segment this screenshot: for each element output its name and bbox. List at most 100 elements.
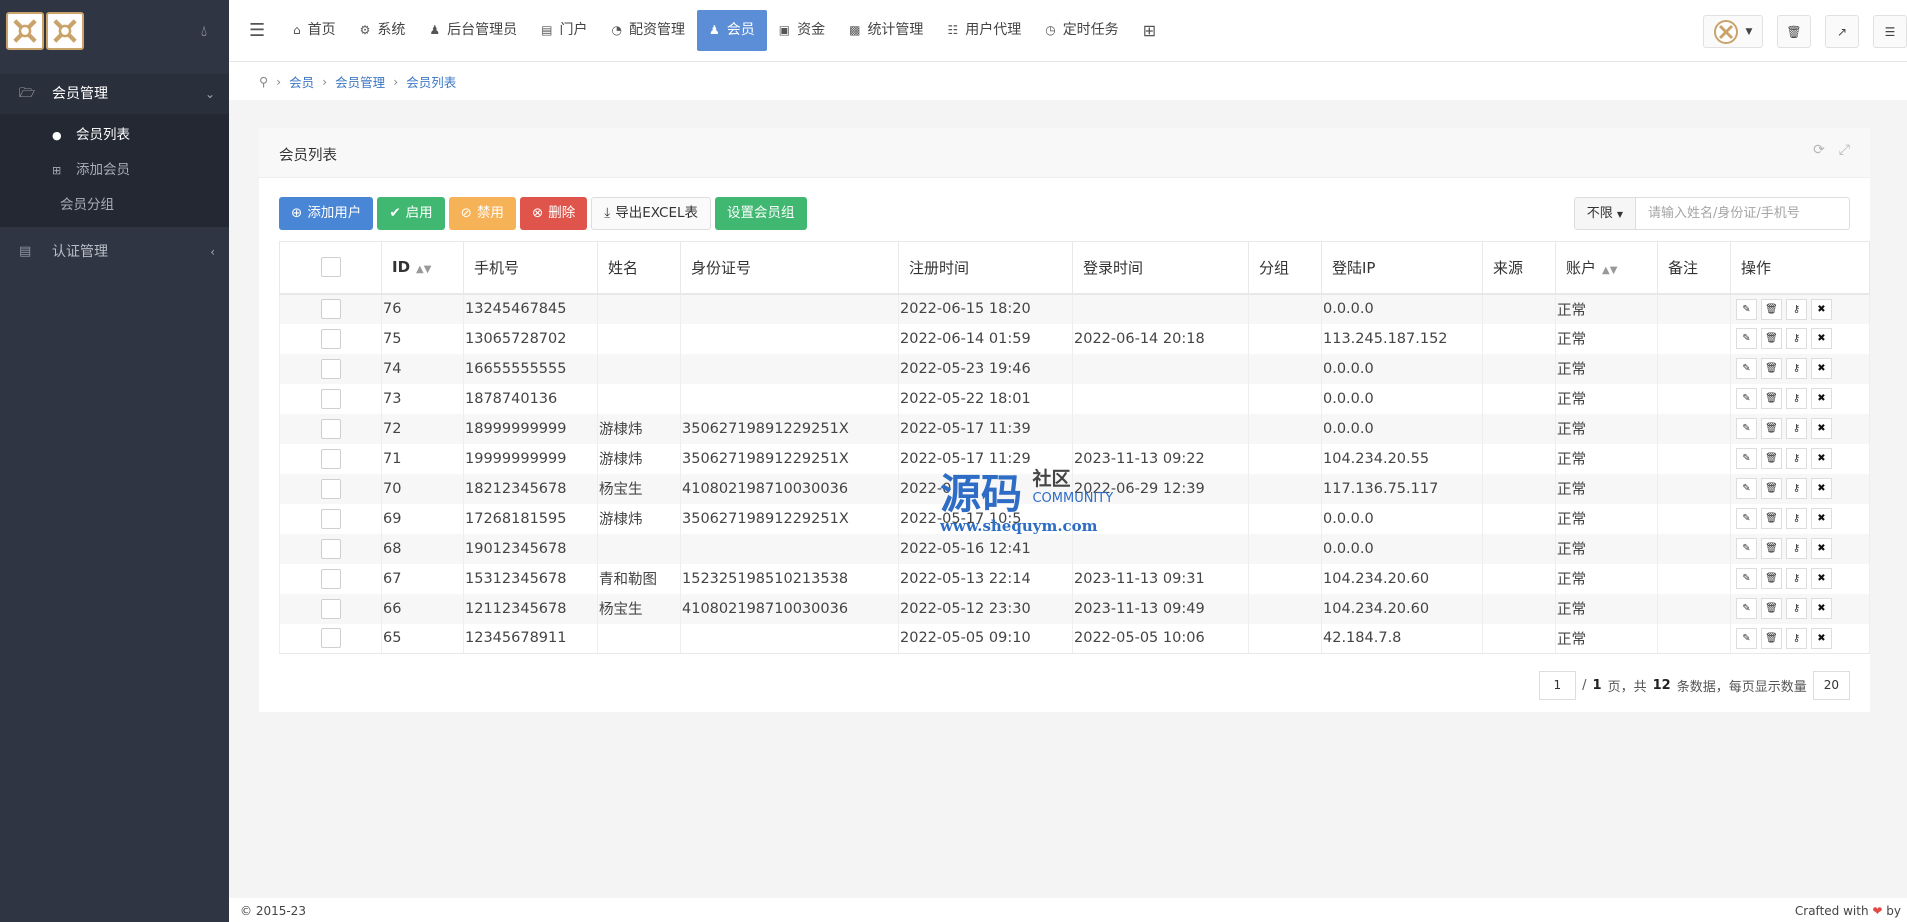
reset-password-button[interactable]: ⚷ xyxy=(1786,448,1807,469)
row-checkbox[interactable] xyxy=(321,628,341,649)
nav-members[interactable]: ♟ 会员 xyxy=(696,10,767,51)
edit-button[interactable]: ✎ xyxy=(1736,478,1757,499)
reset-password-button[interactable]: ⚷ xyxy=(1786,508,1807,529)
nav-funds[interactable]: ▣ 资金 xyxy=(767,10,837,51)
delete-row-button[interactable]: 🗑︎ xyxy=(1761,328,1782,349)
remove-button[interactable]: ✖ xyxy=(1811,328,1832,349)
search-input[interactable] xyxy=(1636,197,1850,230)
remove-button[interactable]: ✖ xyxy=(1811,627,1832,649)
sidebar-item-member-group[interactable]: 会员分组 xyxy=(0,188,229,223)
row-checkbox[interactable] xyxy=(321,388,341,409)
remove-button[interactable]: ✖ xyxy=(1811,478,1832,499)
delete-row-button[interactable]: 🗑︎ xyxy=(1761,568,1782,589)
remove-button[interactable]: ✖ xyxy=(1811,538,1832,559)
reset-password-button[interactable]: ⚷ xyxy=(1786,418,1807,439)
row-checkbox[interactable] xyxy=(321,478,341,499)
delete-row-button[interactable]: 🗑︎ xyxy=(1761,508,1782,529)
row-checkbox[interactable] xyxy=(321,418,341,439)
remove-button[interactable]: ✖ xyxy=(1811,598,1832,619)
page-input[interactable]: 1 xyxy=(1538,671,1577,700)
remove-button[interactable]: ✖ xyxy=(1811,448,1832,469)
user-menu-button[interactable]: ▼ xyxy=(1703,15,1763,48)
reset-password-button[interactable]: ⚷ xyxy=(1786,328,1807,349)
reset-password-button[interactable]: ⚷ xyxy=(1786,598,1807,619)
nav-more[interactable]: ⊞ xyxy=(1131,10,1168,51)
edit-button[interactable]: ✎ xyxy=(1736,448,1757,469)
delete-row-button[interactable]: 🗑︎ xyxy=(1761,448,1782,469)
refresh-icon[interactable]: ⟳ xyxy=(1813,142,1825,158)
reset-password-button[interactable]: ⚷ xyxy=(1786,478,1807,499)
row-checkbox[interactable] xyxy=(321,508,341,529)
delete-button[interactable]: ⊗ 删除 xyxy=(519,197,588,230)
per-page-input[interactable]: 20 xyxy=(1812,671,1850,700)
row-checkbox[interactable] xyxy=(321,358,341,379)
enable-button[interactable]: ✔ 启用 xyxy=(377,197,445,230)
edit-button[interactable]: ✎ xyxy=(1736,388,1757,409)
nav-statistics[interactable]: ▩ 统计管理 xyxy=(837,10,935,51)
row-checkbox[interactable] xyxy=(321,538,341,559)
export-excel-button[interactable]: ⤓ 导出EXCEL表 xyxy=(591,197,711,230)
delete-row-button[interactable]: 🗑︎ xyxy=(1761,388,1782,409)
sidebar-group-member-management[interactable]: 🗁 会员管理 ⌄ xyxy=(0,74,229,114)
edit-button[interactable]: ✎ xyxy=(1736,298,1757,320)
row-checkbox[interactable] xyxy=(321,568,341,589)
edit-button[interactable]: ✎ xyxy=(1736,598,1757,619)
add-user-button[interactable]: ⊕ 添加用户 xyxy=(279,197,374,230)
set-member-group-button[interactable]: 设置会员组 xyxy=(715,197,807,230)
sidebar-group-auth-management[interactable]: ▤ 认证管理 ‹ xyxy=(0,233,229,271)
reset-password-button[interactable]: ⚷ xyxy=(1786,298,1807,320)
settings-panel-button[interactable]: ☰ xyxy=(1873,15,1907,48)
edit-button[interactable]: ✎ xyxy=(1736,418,1757,439)
nav-scheduled-tasks[interactable]: ◷ 定时任务 xyxy=(1033,10,1130,51)
delete-row-button[interactable]: 🗑︎ xyxy=(1761,418,1782,439)
row-checkbox[interactable] xyxy=(321,328,341,349)
fullscreen-icon[interactable]: ⤢ xyxy=(1839,142,1850,158)
nav-portal[interactable]: ▤ 门户 xyxy=(529,10,599,51)
breadcrumb-member[interactable]: 会员 xyxy=(289,72,314,91)
reset-password-button[interactable]: ⚷ xyxy=(1786,358,1807,379)
delete-row-button[interactable]: 🗑︎ xyxy=(1761,478,1782,499)
edit-button[interactable]: ✎ xyxy=(1736,508,1757,529)
select-all-checkbox[interactable] xyxy=(320,257,341,278)
breadcrumb-member-management[interactable]: 会员管理 xyxy=(335,72,385,91)
reset-password-button[interactable]: ⚷ xyxy=(1786,627,1807,649)
sidebar-item-add-member[interactable]: ⊞ 添加会员 xyxy=(0,153,229,188)
row-checkbox[interactable] xyxy=(321,299,341,319)
row-checkbox[interactable] xyxy=(321,448,341,469)
clear-cache-button[interactable]: 🗑︎ xyxy=(1777,15,1811,48)
reset-password-button[interactable]: ⚷ xyxy=(1786,538,1807,559)
delete-row-button[interactable]: 🗑︎ xyxy=(1761,598,1782,619)
nav-funding[interactable]: ◔ 配资管理 xyxy=(600,10,697,51)
sidebar-item-member-list[interactable]: ● 会员列表 xyxy=(0,118,229,153)
delete-row-button[interactable]: 🗑︎ xyxy=(1761,298,1782,320)
edit-button[interactable]: ✎ xyxy=(1736,328,1757,349)
edit-button[interactable]: ✎ xyxy=(1736,627,1757,649)
col-id[interactable]: ID ▲▼ xyxy=(381,241,464,295)
col-account[interactable]: 账户 ▲▼ xyxy=(1555,241,1658,295)
remove-button[interactable]: ✖ xyxy=(1811,358,1832,379)
search-filter-select[interactable]: 不限 ▼ xyxy=(1573,197,1636,230)
disable-button[interactable]: ⊘ 禁用 xyxy=(448,197,516,230)
delete-row-button[interactable]: 🗑︎ xyxy=(1761,627,1782,649)
hamburger-menu-icon[interactable]: ☰ xyxy=(249,20,265,41)
reset-password-button[interactable]: ⚷ xyxy=(1786,388,1807,409)
edit-button[interactable]: ✎ xyxy=(1736,538,1757,559)
theme-drop-icon[interactable]: 💧︎ xyxy=(201,22,207,40)
remove-button[interactable]: ✖ xyxy=(1811,388,1832,409)
nav-admins[interactable]: ♟ 后台管理员 xyxy=(417,10,529,51)
remove-button[interactable]: ✖ xyxy=(1811,508,1832,529)
remove-button[interactable]: ✖ xyxy=(1811,418,1832,439)
breadcrumb-member-list[interactable]: 会员列表 xyxy=(406,72,456,91)
remove-button[interactable]: ✖ xyxy=(1811,298,1832,320)
nav-agents[interactable]: ☷ 用户代理 xyxy=(935,10,1033,51)
open-site-button[interactable]: ↗ xyxy=(1825,15,1859,48)
edit-button[interactable]: ✎ xyxy=(1736,568,1757,589)
nav-home[interactable]: ⌂ 首页 xyxy=(281,10,348,51)
nav-system[interactable]: ⚙ 系统 xyxy=(348,10,418,51)
row-checkbox[interactable] xyxy=(321,598,341,619)
delete-row-button[interactable]: 🗑︎ xyxy=(1761,538,1782,559)
reset-password-button[interactable]: ⚷ xyxy=(1786,568,1807,589)
edit-button[interactable]: ✎ xyxy=(1736,358,1757,379)
delete-row-button[interactable]: 🗑︎ xyxy=(1761,358,1782,379)
remove-button[interactable]: ✖ xyxy=(1811,568,1832,589)
